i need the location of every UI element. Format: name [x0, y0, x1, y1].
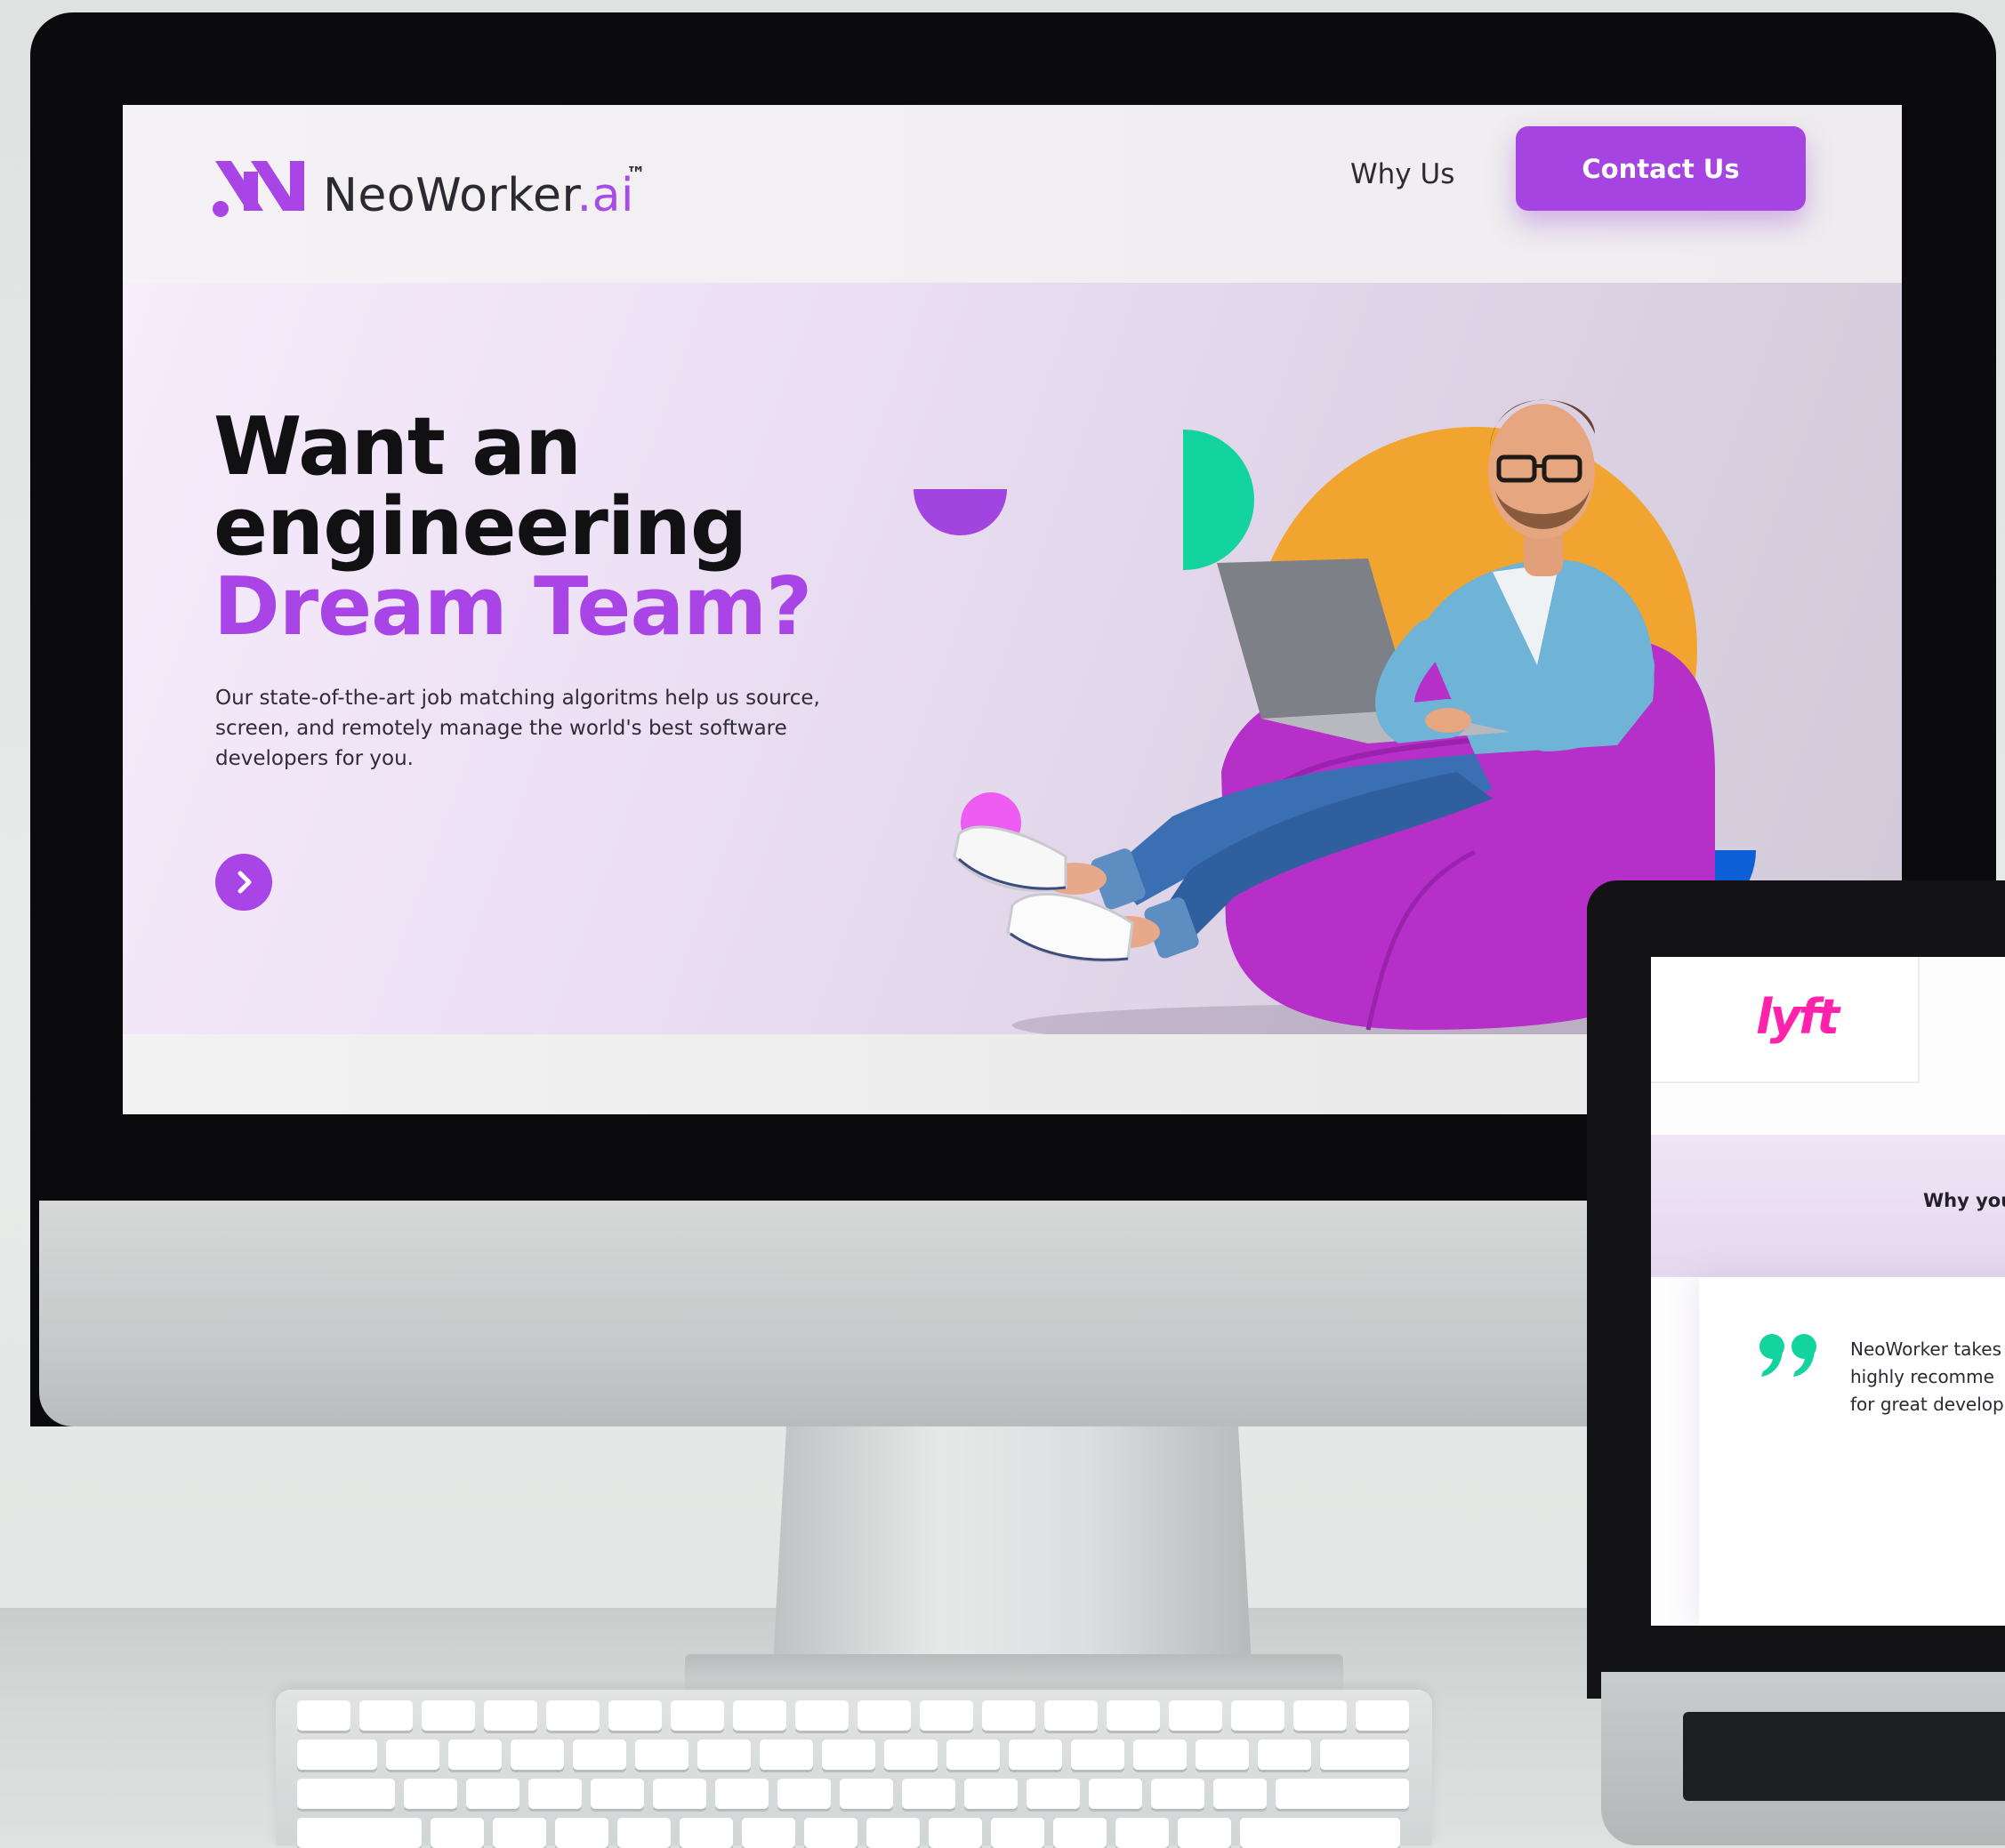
key — [1027, 1779, 1080, 1809]
key — [466, 1779, 519, 1809]
keyboard-row — [297, 1779, 1409, 1809]
key — [511, 1740, 564, 1770]
key — [697, 1740, 751, 1770]
key — [884, 1740, 938, 1770]
key — [1240, 1818, 1400, 1848]
key — [715, 1779, 769, 1809]
hero-heading: Want an engineering Dream Team? — [213, 407, 812, 654]
key — [297, 1700, 350, 1731]
key — [1089, 1779, 1142, 1809]
key — [1258, 1740, 1311, 1770]
key — [1133, 1740, 1187, 1770]
testimonial-card — [1699, 1277, 2005, 1626]
key — [920, 1700, 973, 1731]
key — [359, 1700, 413, 1731]
key — [1293, 1700, 1347, 1731]
key — [528, 1779, 582, 1809]
testimonial-text: NeoWorker takes highly recomme for great… — [1850, 1336, 2005, 1418]
key — [1196, 1740, 1249, 1770]
key — [760, 1740, 813, 1770]
keyboard-row — [297, 1818, 1400, 1848]
key — [1276, 1779, 1409, 1809]
key — [1151, 1779, 1204, 1809]
key — [1044, 1700, 1098, 1731]
key — [1356, 1700, 1409, 1731]
key — [1320, 1740, 1409, 1770]
nav-link-why-us[interactable]: Why Us — [1350, 158, 1454, 190]
key — [946, 1740, 1000, 1770]
key — [297, 1779, 395, 1809]
hero-heading-line-2: engineering — [213, 480, 747, 574]
key — [671, 1700, 724, 1731]
hero-description: Our state-of-the-art job matching algori… — [215, 687, 820, 770]
laptop-screen-website: lyft Why you NeoWorker takes highly reco… — [1651, 957, 2005, 1626]
key — [422, 1700, 475, 1731]
key — [1107, 1700, 1160, 1731]
key — [991, 1818, 1044, 1848]
key — [804, 1818, 858, 1848]
keyboard-row — [297, 1740, 1409, 1770]
key — [866, 1818, 920, 1848]
key — [404, 1779, 457, 1809]
contact-us-button[interactable]: Contact Us — [1516, 126, 1806, 211]
key — [1071, 1740, 1124, 1770]
key — [386, 1740, 439, 1770]
key — [1169, 1700, 1222, 1731]
key — [546, 1700, 600, 1731]
keyboard-row — [297, 1700, 1409, 1731]
key — [448, 1740, 502, 1770]
key — [573, 1740, 626, 1770]
key — [840, 1779, 893, 1809]
key — [635, 1740, 688, 1770]
key — [964, 1779, 1018, 1809]
key — [653, 1779, 706, 1809]
testimonial-line-3: for great develop — [1850, 1394, 2004, 1415]
testimonial-line-2: highly recomme — [1850, 1366, 1994, 1387]
chevron-right-icon — [238, 871, 252, 894]
key — [777, 1779, 831, 1809]
key — [493, 1818, 546, 1848]
logo-name-text: NeoWorker — [323, 169, 577, 222]
key — [1178, 1818, 1231, 1848]
key — [297, 1818, 422, 1848]
key — [795, 1700, 849, 1731]
laptop-keyboard — [1683, 1712, 2005, 1801]
key — [742, 1818, 795, 1848]
key — [680, 1818, 733, 1848]
keyboard — [276, 1690, 1432, 1848]
trademark-symbol: ™ — [626, 164, 646, 186]
key — [982, 1700, 1035, 1731]
key — [822, 1740, 875, 1770]
quote-icon — [1759, 1334, 1816, 1377]
key — [858, 1700, 911, 1731]
key — [591, 1779, 644, 1809]
logo-wordmark[interactable]: NeoWorker.ai — [323, 169, 634, 222]
site-header: NeoWorker.ai ™ Why Us Contact Us — [123, 105, 1902, 283]
key — [297, 1740, 377, 1770]
key — [608, 1700, 662, 1731]
key — [1231, 1700, 1284, 1731]
key — [1053, 1818, 1107, 1848]
neoworker-logo-icon — [213, 161, 304, 217]
why-section-heading: Why you — [1923, 1190, 2005, 1211]
key — [929, 1818, 982, 1848]
key — [484, 1700, 537, 1731]
testimonial-line-1: NeoWorker takes — [1850, 1338, 2002, 1360]
key — [733, 1700, 786, 1731]
imac-stand — [772, 1423, 1252, 1681]
key — [617, 1818, 671, 1848]
hero-heading-highlight: Dream Team? — [213, 560, 812, 654]
key — [1213, 1779, 1267, 1809]
lyft-logo: lyft — [1756, 989, 1840, 1045]
key — [1009, 1740, 1062, 1770]
key — [431, 1818, 484, 1848]
hero-next-button[interactable] — [215, 854, 272, 911]
key — [555, 1818, 608, 1848]
key — [902, 1779, 955, 1809]
key — [1115, 1818, 1169, 1848]
